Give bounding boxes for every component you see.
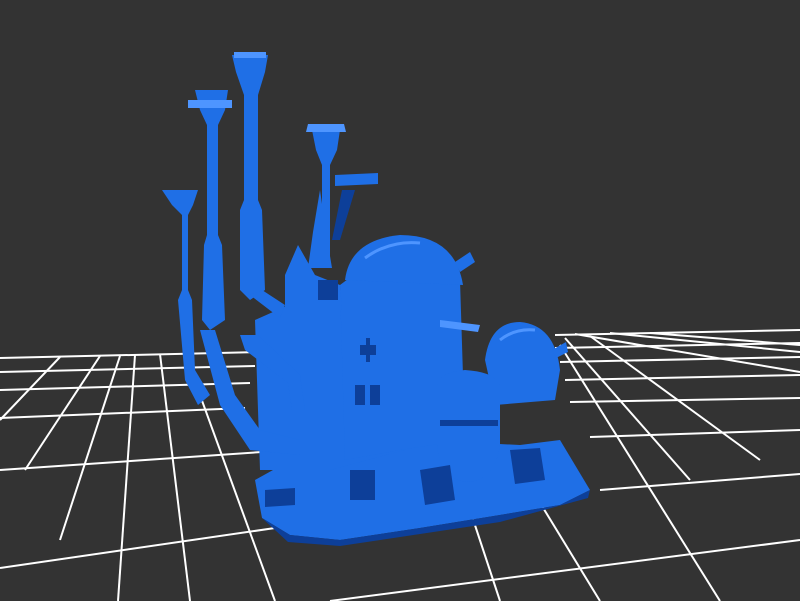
model-chimney-tall-rim	[234, 52, 266, 58]
3d-model-viewport[interactable]	[0, 0, 800, 601]
model-base-detail	[265, 488, 295, 507]
model-window	[318, 280, 338, 300]
model-chimney-short-cap	[306, 124, 346, 132]
model-chimney-middle-rim	[188, 100, 232, 108]
scene-canvas[interactable]	[0, 0, 800, 601]
model-cross	[366, 338, 370, 362]
model-balcony	[335, 173, 378, 186]
model-door	[350, 470, 375, 500]
model-window	[355, 385, 365, 405]
model-machinery	[510, 448, 545, 484]
model-tank-band	[440, 420, 498, 426]
model-window	[370, 385, 380, 405]
model-machinery	[420, 465, 455, 505]
